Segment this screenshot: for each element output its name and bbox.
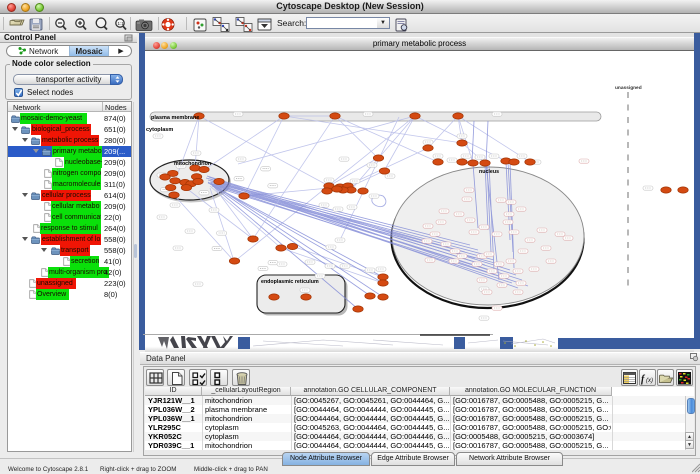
svg-text:1:1: 1:1: [118, 21, 125, 26]
svg-text:cytoplasm: cytoplasm: [146, 127, 173, 133]
svg-text:endoplasmic reticulum: endoplasmic reticulum: [261, 279, 319, 285]
svg-text:unassigned: unassigned: [615, 85, 642, 91]
svg-text:nucleus: nucleus: [479, 169, 499, 175]
svg-text:(x): (x): [646, 378, 653, 384]
svg-text:plasma membrane: plasma membrane: [151, 115, 199, 121]
svg-text:mitochondrion: mitochondrion: [174, 161, 211, 167]
